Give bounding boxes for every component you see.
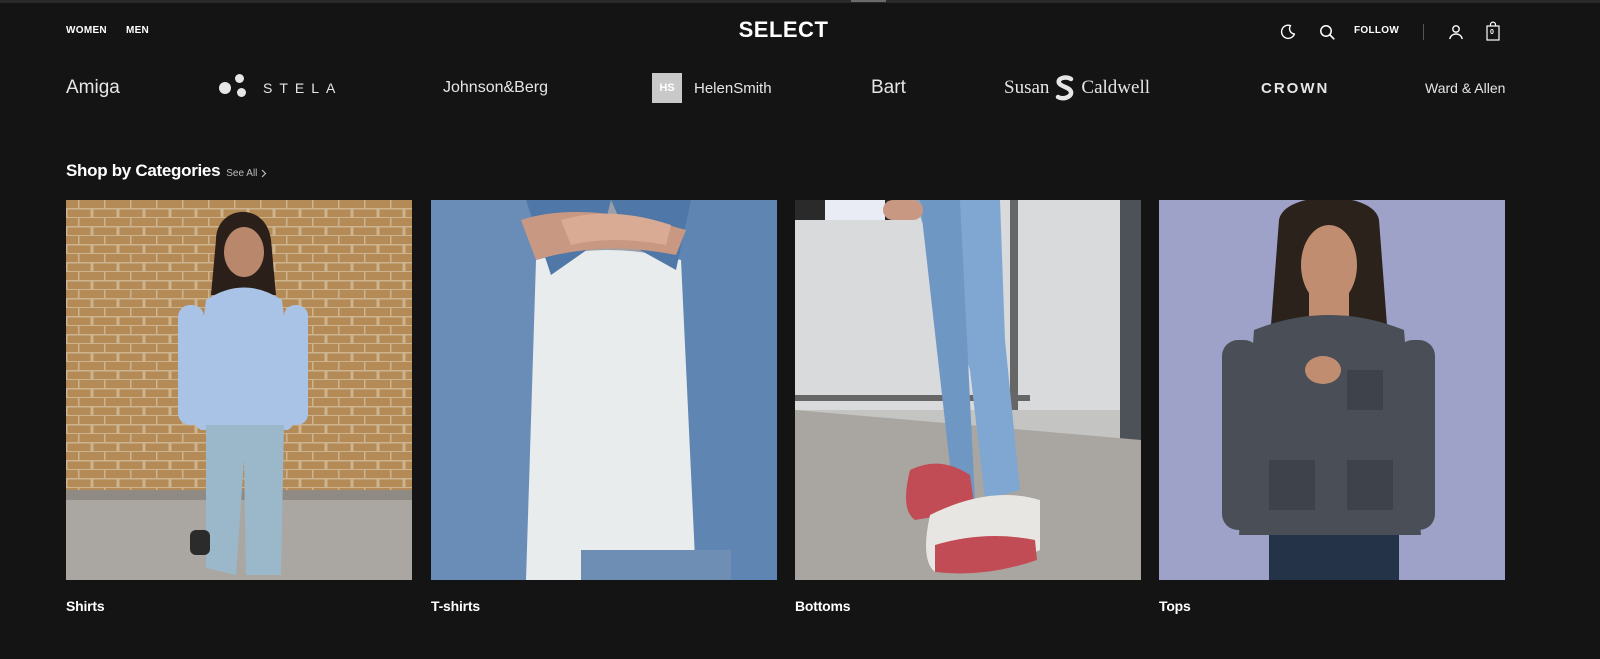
category-label-tshirts: T-shirts bbox=[431, 598, 480, 614]
brand-johnson-berg-logo[interactable]: Johnson&Berg bbox=[443, 70, 548, 106]
brand-crown-logo[interactable]: CROWN bbox=[1261, 70, 1329, 106]
category-card-tops[interactable]: Tops bbox=[1159, 200, 1505, 614]
bottoms-photo bbox=[795, 200, 1141, 580]
brand-strip: Amiga STELA Johnson&Berg HS HelenSmith B… bbox=[0, 70, 1600, 106]
follow-button[interactable]: FOLLOW bbox=[1354, 25, 1399, 36]
tshirts-photo bbox=[431, 200, 777, 580]
brand-helensmith-logo[interactable]: HS HelenSmith bbox=[652, 70, 772, 106]
category-grid: Shirts T-shirts Bottoms Tops bbox=[66, 200, 1505, 620]
category-card-tshirts[interactable]: T-shirts bbox=[431, 200, 777, 614]
search-icon bbox=[1320, 25, 1335, 40]
header-divider bbox=[1423, 24, 1424, 40]
helen-hs-badge: HS bbox=[652, 73, 682, 103]
chevron-right-icon bbox=[261, 169, 267, 178]
brand-stela-logo[interactable]: STELA bbox=[219, 70, 342, 106]
brand-amiga-logo[interactable]: Amiga bbox=[66, 70, 120, 106]
categories-title: Shop by Categories bbox=[66, 161, 221, 180]
stela-wordmark: STELA bbox=[263, 80, 343, 96]
category-label-bottoms: Bottoms bbox=[795, 598, 851, 614]
categories-heading: Shop by Categories See All bbox=[66, 161, 267, 181]
brand-ward-allen-logo[interactable]: Ward & Allen bbox=[1425, 70, 1505, 106]
category-card-bottoms[interactable]: Bottoms bbox=[795, 200, 1141, 614]
site-header: WOMEN MEN SELECT FOLLOW 0 bbox=[0, 3, 1600, 59]
cart-button[interactable]: 0 bbox=[1484, 21, 1502, 43]
tops-photo bbox=[1159, 200, 1505, 580]
category-label-tops: Tops bbox=[1159, 598, 1191, 614]
cart-count-badge: 0 bbox=[1490, 29, 1494, 36]
brand-bart-logo[interactable]: Bart bbox=[871, 70, 906, 106]
susan-wordmark: Susan bbox=[1004, 77, 1050, 98]
moon-icon bbox=[1280, 24, 1296, 40]
helensmith-wordmark: HelenSmith bbox=[694, 79, 772, 97]
account-button[interactable] bbox=[1446, 22, 1466, 42]
brand-susan-caldwell-logo[interactable]: Susan Caldwell bbox=[1004, 70, 1150, 106]
s-monogram-icon bbox=[1056, 75, 1074, 101]
see-all-label: See All bbox=[226, 168, 258, 179]
search-button[interactable] bbox=[1317, 22, 1337, 42]
category-label-shirts: Shirts bbox=[66, 598, 105, 614]
user-icon bbox=[1449, 25, 1463, 40]
category-card-shirts[interactable]: Shirts bbox=[66, 200, 412, 614]
caldwell-wordmark: Caldwell bbox=[1081, 77, 1151, 98]
dark-mode-toggle[interactable] bbox=[1278, 22, 1298, 42]
see-all-link[interactable]: See All bbox=[226, 168, 267, 179]
stela-dots-mark bbox=[219, 74, 249, 101]
shirts-photo bbox=[66, 200, 412, 580]
scroll-notch bbox=[851, 0, 886, 2]
